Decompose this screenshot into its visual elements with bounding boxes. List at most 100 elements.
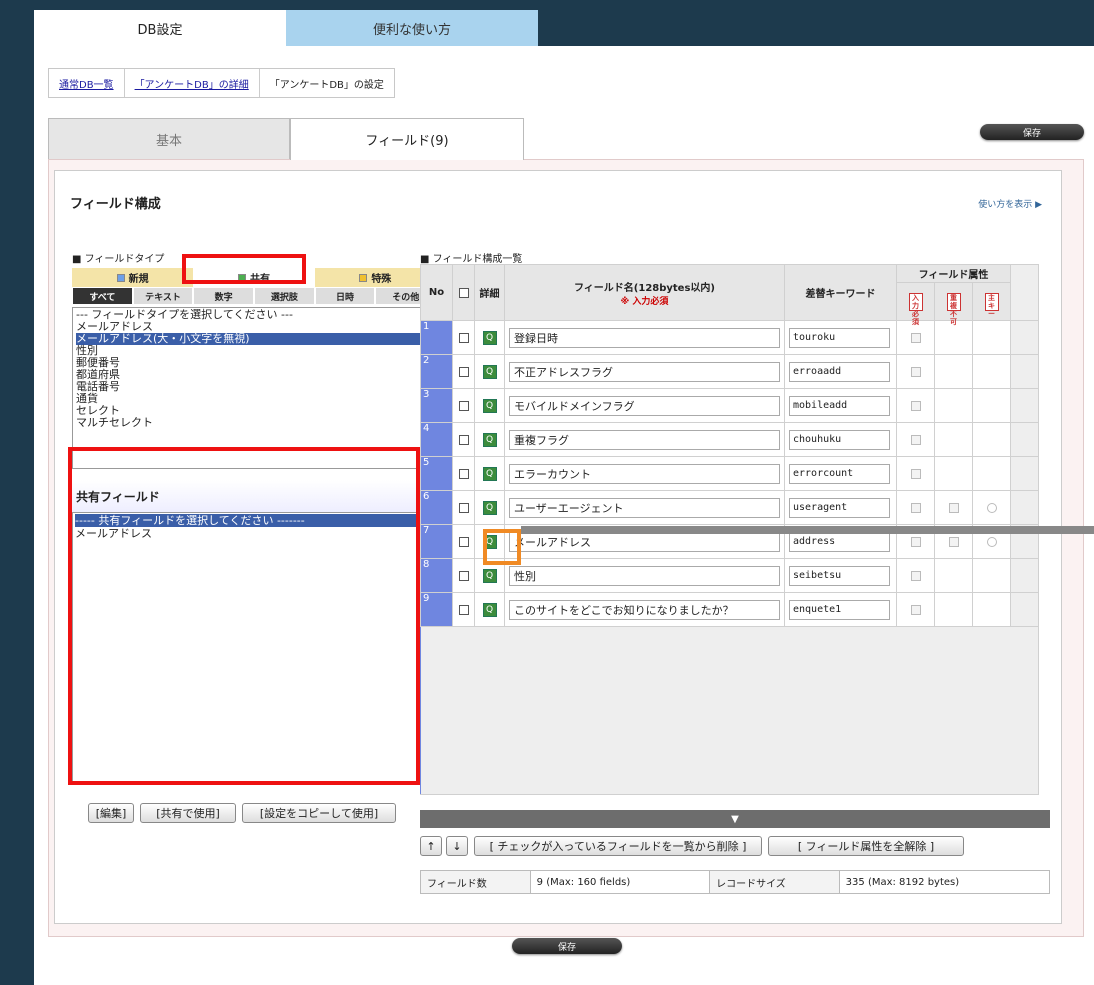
row-checkbox[interactable]: [458, 434, 469, 445]
field-name-input[interactable]: ユーザーエージェント: [509, 497, 780, 518]
field-type-listbox[interactable]: --- フィールドタイプを選択してください --- メールアドレス メールアドレス(…: [72, 307, 436, 469]
row-number: 2: [420, 354, 453, 389]
keyword-input[interactable]: mobileadd: [789, 395, 890, 416]
attr-checkbox[interactable]: [910, 570, 921, 581]
shared-fields-listbox[interactable]: ----- 共有フィールドを選択してください ------- メールアドレス: [72, 512, 434, 782]
subtype-text[interactable]: テキスト: [132, 287, 194, 305]
check-all-checkbox[interactable]: [458, 287, 469, 298]
row-checkbox[interactable]: [458, 604, 469, 615]
tab-usage-tips[interactable]: 便利な使い方: [286, 10, 538, 46]
row-name-cell: 登録日時: [504, 320, 785, 355]
magnifier-icon[interactable]: Q: [482, 500, 497, 515]
tab-db-settings[interactable]: DB設定: [34, 10, 286, 46]
row-checkbox[interactable]: [458, 332, 469, 343]
row-check-cell: [452, 456, 475, 491]
row-name-cell: 不正アドレスフラグ: [504, 354, 785, 389]
shared-fields-box: 共有フィールド ----- 共有フィールドを選択してください ------- メー…: [72, 480, 434, 782]
type-list-item[interactable]: 郵便番号: [76, 357, 432, 369]
magnifier-icon[interactable]: Q: [482, 568, 497, 583]
type-list-item[interactable]: 通貨: [76, 393, 432, 405]
attr-checkbox[interactable]: [910, 604, 921, 615]
down-arrow-icon: ▼: [731, 813, 739, 825]
attr-checkbox[interactable]: [948, 536, 959, 547]
attr-checkbox[interactable]: [910, 332, 921, 343]
field-count-value: 9 (Max: 160 fields): [531, 871, 711, 893]
magnifier-icon[interactable]: Q: [482, 398, 497, 413]
keyword-input[interactable]: touroku: [789, 327, 890, 348]
type-list-item[interactable]: マルチセレクト: [76, 417, 432, 429]
field-name-input[interactable]: エラーカウント: [509, 463, 780, 484]
type-list-item[interactable]: 都道府県: [76, 369, 432, 381]
keyword-input[interactable]: address: [789, 531, 890, 552]
row-check-cell: [452, 558, 475, 593]
attr-checkbox[interactable]: [910, 400, 921, 411]
attr-cell: [896, 490, 935, 525]
attr-checkbox[interactable]: [910, 366, 921, 377]
type-special[interactable]: 特殊: [315, 268, 436, 287]
attr-checkbox[interactable]: [910, 502, 921, 513]
field-name-input[interactable]: モバイルドメインフラグ: [509, 395, 780, 416]
breadcrumb-db-list[interactable]: 通常DB一覧: [49, 69, 125, 97]
type-list-item[interactable]: 性別: [76, 345, 432, 357]
tab-basic[interactable]: 基本: [48, 118, 290, 160]
keyword-input[interactable]: erroaadd: [789, 361, 890, 382]
row-checkbox[interactable]: [458, 502, 469, 513]
tab-fields[interactable]: フィールド(9): [290, 118, 524, 160]
field-name-input[interactable]: 登録日時: [509, 327, 780, 348]
shared-fields-title: 共有フィールド: [72, 480, 434, 512]
attr-checkbox[interactable]: [910, 468, 921, 479]
field-name-input[interactable]: このサイトをどこでお知りになりましたか？: [509, 599, 780, 620]
attr-checkbox[interactable]: [910, 434, 921, 445]
type-shared[interactable]: 共有: [193, 268, 315, 287]
save-button-bottom[interactable]: 保存: [512, 938, 622, 954]
magnifier-icon[interactable]: Q: [482, 330, 497, 345]
shared-list-item[interactable]: ----- 共有フィールドを選択してください -------: [75, 514, 431, 527]
field-name-input[interactable]: メールアドレス: [509, 531, 780, 552]
keyword-input[interactable]: enquete1: [789, 599, 890, 620]
clear-attributes-button[interactable]: [ フィールド属性を全解除 ]: [768, 836, 964, 856]
row-checkbox[interactable]: [458, 536, 469, 547]
breadcrumb-db-detail[interactable]: 「アンケートDB」の詳細: [124, 69, 260, 97]
type-list-item[interactable]: メールアドレス(大・小文字を無視): [76, 333, 432, 345]
row-checkbox[interactable]: [458, 570, 469, 581]
shared-list-item[interactable]: メールアドレス: [75, 527, 431, 540]
move-up-button[interactable]: ↑: [420, 836, 442, 856]
row-number: 1: [420, 320, 453, 355]
save-button-top[interactable]: 保存: [980, 124, 1084, 140]
delete-checked-button[interactable]: [ チェックが入っているフィールドを一覧から削除 ]: [474, 836, 762, 856]
edit-button[interactable]: [編集]: [88, 803, 134, 823]
field-name-input[interactable]: 不正アドレスフラグ: [509, 361, 780, 382]
subtype-all[interactable]: すべて: [72, 287, 133, 305]
keyword-input[interactable]: seibetsu: [789, 565, 890, 586]
resize-handle[interactable]: ▼: [420, 810, 1050, 828]
row-gutter: [1010, 354, 1039, 389]
field-name-input[interactable]: 重複フラグ: [509, 429, 780, 450]
type-list-item[interactable]: 電話番号: [76, 381, 432, 393]
magnifier-icon[interactable]: Q: [482, 364, 497, 379]
magnifier-icon[interactable]: Q: [482, 432, 497, 447]
magnifier-icon[interactable]: Q: [482, 466, 497, 481]
field-name-input[interactable]: 性別: [509, 565, 780, 586]
primary-key-radio[interactable]: [986, 502, 997, 513]
required-icon: 入力必須: [908, 292, 923, 326]
copy-settings-button[interactable]: [設定をコピーして使用]: [242, 803, 396, 823]
primary-key-radio[interactable]: [986, 536, 997, 547]
magnifier-icon[interactable]: Q: [482, 602, 497, 617]
use-shared-button[interactable]: [共有で使用]: [140, 803, 236, 823]
keyword-input[interactable]: chouhuku: [789, 429, 890, 450]
keyword-input[interactable]: useragent: [789, 497, 890, 518]
attr-cell: [896, 558, 935, 593]
col-check-all[interactable]: [452, 264, 475, 321]
row-checkbox[interactable]: [458, 400, 469, 411]
row-checkbox[interactable]: [458, 366, 469, 377]
attr-checkbox[interactable]: [910, 536, 921, 547]
subtype-choice[interactable]: 選択肢: [254, 287, 315, 305]
move-down-button[interactable]: ↓: [446, 836, 468, 856]
type-new[interactable]: 新規: [72, 268, 193, 287]
attr-checkbox[interactable]: [948, 502, 959, 513]
subtype-datetime[interactable]: 日時: [314, 287, 376, 305]
subtype-number[interactable]: 数字: [193, 287, 255, 305]
keyword-input[interactable]: errorcount: [789, 463, 890, 484]
show-howto-link[interactable]: 使い方を表示 ▶: [978, 197, 1042, 210]
row-checkbox[interactable]: [458, 468, 469, 479]
